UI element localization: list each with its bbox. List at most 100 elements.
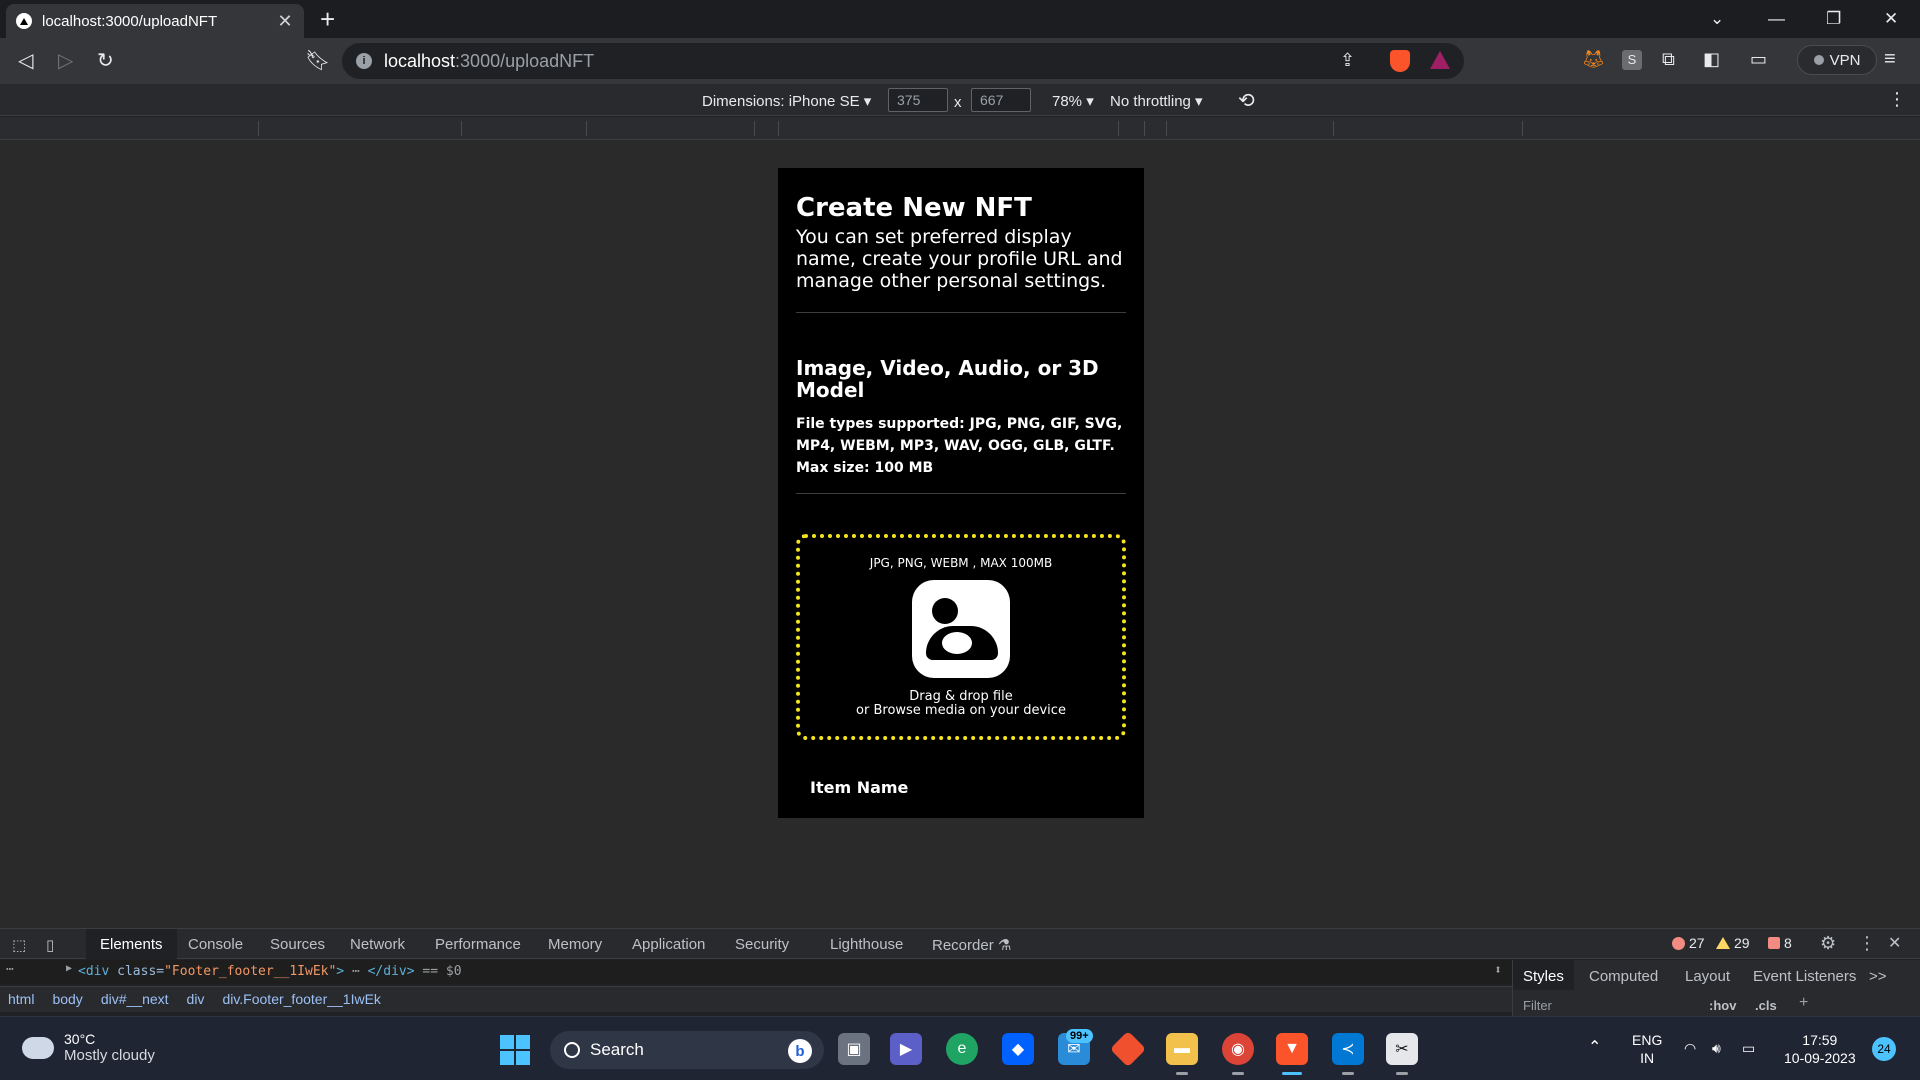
browse-media-link[interactable]: or Browse media on your device (856, 704, 1066, 718)
media-query-bar[interactable] (0, 117, 1920, 140)
device-more-icon[interactable]: ⋮ (1888, 89, 1906, 110)
cls-toggle[interactable]: .cls (1755, 998, 1777, 1013)
vpn-button[interactable]: VPN (1797, 45, 1877, 75)
teams-chat-icon[interactable]: ▶ (890, 1033, 922, 1065)
breadcrumb-item[interactable]: body (52, 991, 82, 1012)
share-icon[interactable]: ⇪ (1340, 50, 1355, 71)
settings-gear-icon[interactable]: ⚙ (1820, 933, 1836, 954)
issue-count[interactable]: 8 (1768, 935, 1792, 951)
close-devtools-icon[interactable]: ✕ (1888, 933, 1901, 953)
battery-icon[interactable]: ▭ (1742, 1039, 1755, 1057)
breadcrumb-item[interactable]: html (8, 991, 34, 1012)
tab-sources[interactable]: Sources (270, 936, 325, 953)
volume-icon[interactable]: 🔊︎ (1712, 1039, 1721, 1057)
styles-filter-input[interactable]: Filter (1523, 998, 1552, 1013)
more-tabs-icon[interactable]: >> (1869, 968, 1887, 985)
bing-icon[interactable]: b (788, 1039, 812, 1063)
inspect-element-icon[interactable]: ⬚ (12, 936, 26, 954)
metamask-icon[interactable]: 🦊︎ (1582, 49, 1605, 70)
address-bar[interactable]: i localhost :3000/uploadNFT (342, 43, 1464, 79)
devtools-more-icon[interactable]: ⋮ (1858, 933, 1876, 954)
weather-widget[interactable]: 30°C Mostly cloudy (18, 1028, 155, 1064)
brave-shields-icon[interactable] (1390, 50, 1410, 72)
new-rule-icon[interactable]: + (1799, 994, 1808, 1012)
minimize-icon[interactable]: — (1768, 0, 1785, 38)
tab-lighthouse[interactable]: Lighthouse (830, 936, 903, 953)
extension-s-icon[interactable]: S (1622, 50, 1642, 70)
dom-scroll-icon[interactable]: ⬍ (1494, 963, 1502, 978)
device-dimensions-select[interactable]: Dimensions: iPhone SE ▾ (702, 92, 871, 110)
task-view-icon[interactable]: ▣ (838, 1033, 870, 1065)
tab-event-listeners[interactable]: Event Listeners (1753, 968, 1856, 985)
device-width-input[interactable]: 375 (888, 88, 948, 112)
devtools-tabbar: ⬚ ▯ Elements Console Sources Network Per… (0, 929, 1920, 959)
zoom-select[interactable]: 78% ▾ (1052, 92, 1094, 110)
throttling-select[interactable]: No throttling ▾ (1110, 92, 1203, 110)
notification-count[interactable]: 24 (1872, 1037, 1896, 1061)
tab-application[interactable]: Application (632, 936, 705, 953)
dom-ellipsis[interactable]: ⋯ (352, 964, 360, 979)
expand-triangle-icon[interactable]: ▶ (66, 963, 72, 974)
brave-taskbar-icon[interactable]: ▼ (1276, 1033, 1308, 1075)
file-dropzone[interactable]: JPG, PNG, WEBM , MAX 100MB Drag & drop f… (796, 534, 1126, 740)
wifi-icon[interactable]: ◠ (1684, 1039, 1696, 1057)
tab-search-chevron-icon[interactable]: ⌄ (1710, 0, 1724, 38)
breadcrumb-item[interactable]: div (187, 991, 205, 1012)
tray-chevron-icon[interactable]: ⌃ (1588, 1039, 1601, 1057)
page-subtitle: You can set preferred display name, crea… (796, 226, 1123, 292)
tab-security[interactable]: Security (735, 936, 789, 953)
clock[interactable]: 17:59 10-09-2023 (1784, 1031, 1856, 1067)
file-explorer-icon[interactable]: ▬ (1166, 1033, 1198, 1075)
url-path: :3000/uploadNFT (455, 50, 595, 71)
wallet-icon[interactable]: ▭ (1750, 49, 1767, 70)
mail-badge: 99+ (1066, 1029, 1093, 1043)
search-icon (564, 1042, 580, 1058)
rotate-icon[interactable]: ⟲ (1238, 88, 1255, 113)
git-icon[interactable] (1109, 1030, 1147, 1068)
tab-styles[interactable]: Styles (1513, 960, 1574, 990)
dropbox-icon[interactable]: ◆ (1002, 1033, 1034, 1065)
tab-layout[interactable]: Layout (1685, 968, 1730, 985)
breadcrumb-item[interactable]: div.Footer_footer__1IwEk (222, 991, 381, 1012)
snipping-tool-icon[interactable]: ✂ (1386, 1033, 1418, 1075)
chrome-icon[interactable]: ◉ (1222, 1033, 1254, 1075)
bookmark-icon[interactable]: 🔖︎ (305, 48, 330, 73)
windows-start-icon[interactable] (500, 1035, 530, 1065)
tab-console[interactable]: Console (188, 936, 243, 953)
reload-icon[interactable]: ↻ (97, 48, 114, 73)
info-icon[interactable]: i (356, 53, 372, 69)
sidebar-icon[interactable]: ◧ (1703, 49, 1720, 70)
tab-recorder[interactable]: Recorder ⚗ (932, 936, 1011, 954)
close-tab-icon[interactable]: ✕ (276, 11, 294, 32)
extensions-puzzle-icon[interactable]: ⧉ (1662, 49, 1675, 70)
edge-icon[interactable]: e (946, 1033, 978, 1065)
device-height-input[interactable]: 667 (971, 88, 1031, 112)
menu-icon[interactable]: ≡ (1884, 48, 1896, 71)
back-icon[interactable]: ◁ (18, 48, 33, 73)
restore-icon[interactable]: ❐ (1826, 0, 1841, 38)
new-tab-button[interactable]: + (320, 4, 335, 35)
browser-tab[interactable]: localhost:3000/uploadNFT ✕ (6, 4, 304, 38)
dom-selected-node[interactable]: ⋯ ▶ <div class="Footer_footer__1IwEk"> ⋯… (0, 960, 1512, 984)
warning-count[interactable]: 29 (1716, 935, 1750, 951)
language-indicator[interactable]: ENG IN (1632, 1031, 1662, 1067)
windows-taskbar: 30°C Mostly cloudy Search b ▣ ▶ e ◆ ✉ 99… (0, 1016, 1920, 1080)
tab-elements[interactable]: Elements (86, 929, 177, 959)
vscode-icon[interactable]: ≺ (1332, 1033, 1364, 1075)
tab-network[interactable]: Network (350, 936, 405, 953)
tab-memory[interactable]: Memory (548, 936, 602, 953)
brave-rewards-icon[interactable] (1430, 51, 1450, 69)
breadcrumb-item[interactable]: div#__next (101, 991, 169, 1012)
device-toggle-icon[interactable]: ▯ (46, 936, 54, 954)
dropzone-hint: JPG, PNG, WEBM , MAX 100MB (869, 556, 1053, 570)
error-count[interactable]: 27 (1672, 935, 1705, 951)
tab-computed[interactable]: Computed (1589, 968, 1658, 985)
zoom-label: 78% (1052, 93, 1083, 110)
taskbar-search[interactable]: Search b (550, 1031, 824, 1069)
hov-toggle[interactable]: :hov (1709, 998, 1736, 1013)
tab-performance[interactable]: Performance (435, 936, 521, 953)
dom-dots-icon: ⋯ (6, 962, 14, 977)
forward-icon[interactable]: ▷ (58, 48, 73, 73)
close-window-icon[interactable]: ✕ (1884, 0, 1898, 38)
breadcrumb: html body div#__next div div.Footer_foot… (0, 986, 1512, 1012)
